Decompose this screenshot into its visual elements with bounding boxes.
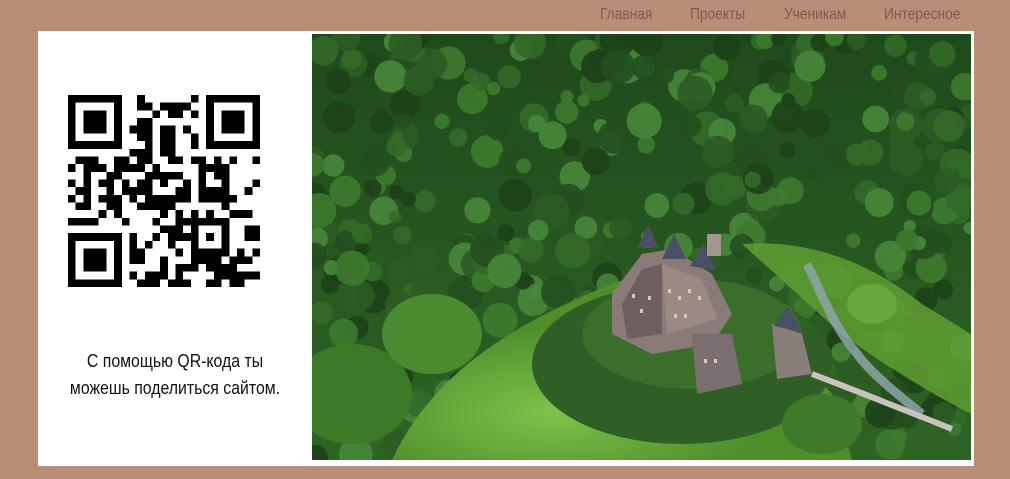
nav-link-home[interactable]: Главная [600, 6, 652, 24]
castle-photo-graphic [312, 34, 971, 460]
qr-caption-line-1: С помощью QR-кода ты [86, 351, 264, 371]
qr-caption: С помощью QR-кода ты можешь поделиться с… [54, 348, 295, 402]
qr-code-graphic [68, 95, 260, 287]
qr-code [68, 95, 260, 287]
castle-in-forest-photo [312, 34, 971, 460]
nav-link-interesting[interactable]: Интересное [884, 6, 960, 24]
nav-link-projects[interactable]: Проекты [690, 6, 745, 24]
qr-caption-line-2: можешь поделиться сайтом. [69, 378, 281, 398]
top-navigation: Главная Проекты Ученикам Интересное [0, 6, 1010, 28]
content-panel: С помощью QR-кода ты можешь поделиться с… [38, 31, 974, 466]
nav-link-students[interactable]: Ученикам [784, 6, 846, 24]
